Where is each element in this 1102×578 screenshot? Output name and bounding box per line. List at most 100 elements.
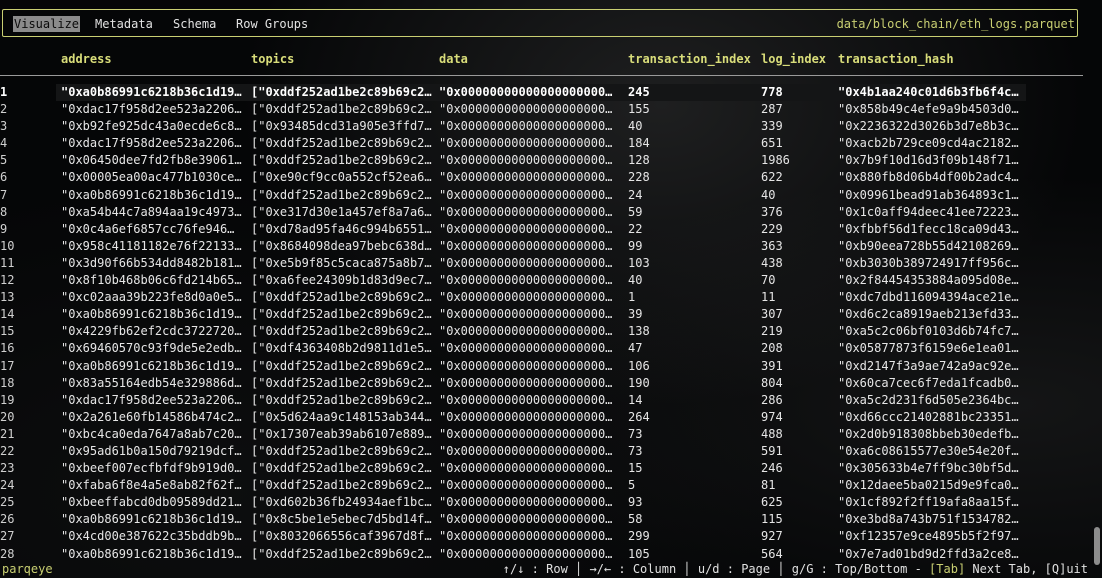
table-row[interactable]: 8 "0xa54b44c7a894aa19c4973… ["0xe317d30e1a… [0, 204, 1083, 221]
cell-log-index: 229 [761, 221, 783, 236]
row-number: 5 [0, 153, 8, 168]
tab-visualize[interactable]: Visualize [13, 16, 81, 32]
cell-address: "0x06450dee7fd2fb8e39061… [61, 153, 242, 168]
table-row[interactable]: 10 "0x958c41181182e76f22133… ["0x8684098de… [0, 238, 1083, 255]
column-header-data[interactable]: data [439, 51, 468, 67]
table-row[interactable]: 16 "0x69460570c93f9de5e2edb… ["0xdf4363408… [0, 340, 1083, 357]
table-row[interactable]: 17 "0xa0b86991c6218b36c1d19… ["0xddf252ad1… [0, 358, 1083, 375]
cell-log-index: 927 [761, 529, 783, 544]
table-row[interactable]: 14 "0xa0b86991c6218b36c1d19… ["0xddf252ad1… [0, 306, 1083, 323]
cell-topics: ["0x17307eab39ab6107e889… [251, 426, 432, 441]
cell-transaction-index: 22 [628, 221, 643, 236]
cell-log-index: 11 [761, 290, 776, 305]
cell-transaction-index: 40 [628, 119, 643, 134]
row-number: 4 [0, 136, 8, 151]
column-header-transaction-hash[interactable]: transaction_hash [838, 51, 954, 67]
table-row[interactable]: 15 "0x4229fb62ef2cdc3722720… ["0xddf252ad1… [0, 323, 1083, 340]
row-number: 17 [0, 358, 15, 373]
help-navigation: ↑/↓ : Row │ →/← : Column │ u/d : Page │ … [502, 562, 930, 576]
cell-data: "0x00000000000000000000… [439, 443, 613, 458]
cell-transaction-index: 24 [628, 187, 643, 202]
tab-metadata[interactable]: Metadata [95, 16, 153, 32]
cell-address: "0x4cd00e387622c35bddb9b… [61, 529, 242, 544]
cell-transaction-index: 128 [628, 153, 650, 168]
row-number: 9 [0, 221, 8, 236]
cell-topics: ["0xddf252ad1be2c89b69c2… [251, 443, 432, 458]
table-row[interactable]: 21 "0xbc4ca0eda7647a8ab7c20… ["0x17307eab3… [0, 426, 1083, 443]
cell-log-index: 391 [761, 358, 783, 373]
cell-transaction-index: 184 [628, 136, 650, 151]
cell-log-index: 804 [761, 375, 783, 390]
cell-transaction-index: 47 [628, 341, 643, 356]
table-row[interactable]: 26 "0xa0b86991c6218b36c1d19… ["0x8c5be1e5e… [0, 511, 1083, 528]
row-number: 21 [0, 426, 15, 441]
cell-transaction-hash: "0x05877873f6159e6e1ea01… [838, 341, 1019, 356]
row-number: 6 [0, 170, 8, 185]
cell-transaction-hash: "0xfbbf56d1fecc18ca09d43… [838, 221, 1019, 236]
cell-topics: ["0xe317d30e1a457ef8a7a6… [251, 204, 432, 219]
row-number: 1 [0, 85, 8, 99]
cell-address: "0xa0b86991c6218b36c1d19… [61, 187, 242, 202]
cell-data: "0x00000000000000000000… [439, 512, 613, 527]
cell-log-index: 246 [761, 461, 783, 476]
table-row[interactable]: 11 "0x3d90f66b534dd8482b181… ["0xe5b9f85c5… [0, 255, 1083, 272]
table-header: address topics data transaction_index lo… [0, 51, 1083, 67]
row-number: 18 [0, 375, 15, 390]
column-header-log-index[interactable]: log_index [761, 51, 826, 67]
cell-data: "0x00000000000000000000… [439, 119, 613, 134]
cell-data: "0x00000000000000000000… [439, 375, 613, 390]
cell-data: "0x00000000000000000000… [439, 136, 613, 151]
table-row[interactable]: 2 "0xdac17f958d2ee523a2206… ["0xddf252ad1b… [0, 101, 1083, 118]
table-row[interactable]: 22 "0x95ad61b0a150d79219dcf… ["0xddf252ad1… [0, 443, 1083, 460]
row-number: 12 [0, 273, 15, 288]
table-row[interactable]: 7 "0xa0b86991c6218b36c1d19… ["0xddf252ad1b… [0, 187, 1083, 204]
table-row[interactable]: 24 "0xfaba6f8e4a5e8ab82f62f… ["0xddf252ad1… [0, 477, 1083, 494]
table-row[interactable]: 23 "0xbeef007ecfbfdf9b919d0… ["0xddf252ad1… [0, 460, 1083, 477]
cell-address: "0xa0b86991c6218b36c1d19… [61, 85, 242, 99]
cell-address: "0x2a261e60fb14586b474c2… [61, 409, 242, 424]
column-header-transaction-index[interactable]: transaction_index [628, 51, 751, 67]
table-row[interactable]: 20 "0x2a261e60fb14586b474c2… ["0x5d624aa9c… [0, 409, 1083, 426]
cell-address: "0x3d90f66b534dd8482b181… [61, 255, 242, 270]
cell-topics: ["0xddf252ad1be2c89b69c2… [251, 290, 432, 305]
cell-address: "0x0c4a6ef6857cc76fe946… [61, 221, 235, 236]
table-row[interactable]: 6 "0x00005ea00ac477b1030ce… ["0xe90cf9cc0a… [0, 169, 1083, 186]
cell-log-index: 564 [761, 546, 783, 561]
table-row[interactable]: 9 "0x0c4a6ef6857cc76fe946… ["0xd78ad95fa46… [0, 221, 1083, 238]
cell-log-index: 1986 [761, 153, 790, 168]
cell-topics: ["0xddf252ad1be2c89b69c2… [251, 546, 432, 561]
column-header-address[interactable]: address [61, 51, 112, 67]
cell-data: "0x00000000000000000000… [439, 409, 613, 424]
cell-data: "0x00000000000000000000… [439, 170, 613, 185]
cell-address: "0xa0b86991c6218b36c1d19… [61, 512, 242, 527]
table-row[interactable]: 3 "0xb92fe925dc43a0ecde6c8… ["0x93485dcd31… [0, 118, 1083, 135]
table-row[interactable]: 25 "0xbeeffabcd0db09589dd21… ["0xd602b36fb… [0, 494, 1083, 511]
cell-topics: ["0xd78ad95fa46c994b6551… [251, 221, 432, 236]
table-row[interactable]: 18 "0x83a55164edb54e329886d… ["0xddf252ad1… [0, 375, 1083, 392]
tab-schema[interactable]: Schema [173, 16, 216, 32]
cell-data: "0x00000000000000000000… [439, 238, 613, 253]
table-row[interactable]: 1 "0xa0b86991c6218b36c1d19… ["0xddf252ad1b… [0, 84, 1083, 101]
table-row[interactable]: 27 "0x4cd00e387622c35bddb9b… ["0x803206655… [0, 528, 1083, 545]
cell-log-index: 219 [761, 324, 783, 339]
cell-topics: ["0xddf252ad1be2c89b69c2… [251, 102, 432, 117]
table-row[interactable]: 4 "0xdac17f958d2ee523a2206… ["0xddf252ad1b… [0, 135, 1083, 152]
cell-log-index: 208 [761, 341, 783, 356]
table-row[interactable]: 13 "0xc02aaa39b223fe8d0a0e5… ["0xddf252ad1… [0, 289, 1083, 306]
cell-log-index: 40 [761, 187, 776, 202]
cell-data: "0x00000000000000000000… [439, 187, 613, 202]
scrollbar[interactable] [1094, 527, 1100, 565]
cell-topics: ["0x93485dcd31a905e3ffd7… [251, 119, 432, 134]
tab-row-groups[interactable]: Row Groups [236, 16, 308, 32]
cell-transaction-hash: "0xe3bd8a743b751f1534782… [838, 512, 1019, 527]
cell-transaction-index: 14 [628, 392, 643, 407]
cell-transaction-index: 73 [628, 443, 643, 458]
cell-transaction-index: 40 [628, 273, 643, 288]
cell-transaction-index: 155 [628, 102, 650, 117]
table-row[interactable]: 5 "0x06450dee7fd2fb8e39061… ["0xddf252ad1b… [0, 152, 1083, 169]
column-header-topics[interactable]: topics [251, 51, 294, 67]
cell-transaction-hash: "0x7e7ad01bd9d2ffd3a2ce8… [838, 546, 1019, 561]
table-row[interactable]: 12 "0x8f10b468b06c6fd214b65… ["0xa6fee2430… [0, 272, 1083, 289]
table-row[interactable]: 19 "0xdac17f958d2ee523a2206… ["0xddf252ad1… [0, 392, 1083, 409]
cell-transaction-index: 138 [628, 324, 650, 339]
